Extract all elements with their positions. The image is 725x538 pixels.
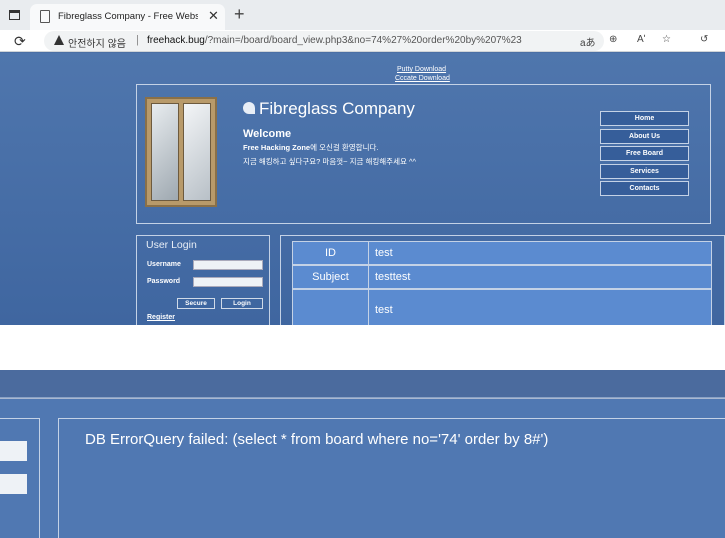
tab-close-icon[interactable]: ✕ xyxy=(208,8,219,24)
error-screenshot: DB ErrorQuery failed: (select * from boa… xyxy=(0,370,725,538)
brand-logo-icon xyxy=(243,102,255,114)
register-link[interactable]: Register xyxy=(147,314,175,321)
password-input[interactable] xyxy=(193,277,263,287)
brand-title: Fibreglass Company xyxy=(243,99,415,119)
immersive-reader-icon[interactable]: Aʹ xyxy=(637,34,646,45)
address-bar: ⟳ 안전하지 않음 | freehack.bug/?main=/board/bo… xyxy=(0,30,725,52)
secure-button[interactable]: Secure xyxy=(177,298,215,309)
main-nav: Home About Us Free Board Services Contac… xyxy=(600,111,689,199)
username-label: Username xyxy=(147,261,181,268)
url-path: /?main=/board/board_view.php3&no=74%27%2… xyxy=(204,35,522,46)
db-error-message: DB ErrorQuery failed: (select * from boa… xyxy=(85,431,549,448)
password-label: Password xyxy=(147,278,181,285)
cccate-download-link[interactable]: Cccate Download xyxy=(395,75,450,82)
nav-services[interactable]: Services xyxy=(600,163,689,179)
window-menu-icon[interactable] xyxy=(9,10,20,20)
nav-home[interactable]: Home xyxy=(600,111,689,126)
url-box[interactable]: 안전하지 않음 | freehack.bug/?main=/board/boar… xyxy=(44,31,604,51)
input-fragment[interactable] xyxy=(0,441,27,461)
row-value: testtest xyxy=(375,271,411,283)
putty-download-link[interactable]: Putty Download xyxy=(397,66,446,73)
error-panel: DB ErrorQuery failed: (select * from boa… xyxy=(58,418,725,538)
left-panel-fragment xyxy=(0,418,40,538)
input-fragment[interactable] xyxy=(0,474,27,494)
warning-icon xyxy=(54,35,64,45)
login-title: User Login xyxy=(146,239,197,251)
header-panel: Fibreglass Company Welcome Free Hacking … xyxy=(136,84,711,224)
zoom-icon[interactable]: ⊕ xyxy=(609,34,617,45)
page-icon xyxy=(40,10,50,23)
nav-free-board[interactable]: Free Board xyxy=(600,146,689,161)
welcome-heading: Welcome xyxy=(243,128,292,140)
page-content: Putty Download Cccate Download Fibreglas… xyxy=(0,53,725,325)
refresh-extension-icon[interactable]: ↺ xyxy=(700,34,708,45)
url-domain: freehack.bug xyxy=(147,35,205,46)
url-separator: | xyxy=(136,34,139,46)
login-button[interactable]: Login xyxy=(221,298,263,309)
row-value: test xyxy=(375,247,393,259)
read-aloud-icon[interactable]: aあ xyxy=(580,34,596,49)
row-label xyxy=(293,290,369,325)
username-input[interactable] xyxy=(193,260,263,270)
board-view-panel: ID test Subject testtest test xyxy=(280,235,725,325)
board-row-content: test xyxy=(292,289,712,325)
tab-bar: Fibreglass Company - Free Website ✕ + xyxy=(0,0,725,30)
nav-about-us[interactable]: About Us xyxy=(600,128,689,144)
reload-icon[interactable]: ⟳ xyxy=(14,33,26,50)
browser-tab[interactable]: Fibreglass Company - Free Website ✕ xyxy=(30,4,225,30)
new-tab-button[interactable]: + xyxy=(234,4,245,25)
user-login-panel: User Login Username Password Secure Logi… xyxy=(136,235,270,325)
board-row-id: ID test xyxy=(292,241,712,265)
board-row-subject: Subject testtest xyxy=(292,265,712,289)
row-label: ID xyxy=(293,242,369,264)
intro-line-2: 지금 해킹하고 싶다구요? 마음껏~ 지금 해킹해주세요 ^^ xyxy=(243,157,416,166)
intro-line-1: Free Hacking Zone에 오신걸 환영합니다. xyxy=(243,143,379,152)
row-value: test xyxy=(375,304,393,316)
row-label: Subject xyxy=(293,266,369,288)
nav-contacts[interactable]: Contacts xyxy=(600,181,689,196)
header-strip xyxy=(0,370,725,398)
tab-title: Fibreglass Company - Free Website xyxy=(58,11,198,22)
favorite-star-icon[interactable]: ☆ xyxy=(662,34,671,45)
security-status[interactable]: 안전하지 않음 xyxy=(68,35,126,50)
sliding-door-image xyxy=(145,97,217,207)
browser-screenshot-top: Fibreglass Company - Free Website ✕ + ⟳ … xyxy=(0,0,725,325)
url-text[interactable]: freehack.bug/?main=/board/board_view.php… xyxy=(147,35,522,46)
